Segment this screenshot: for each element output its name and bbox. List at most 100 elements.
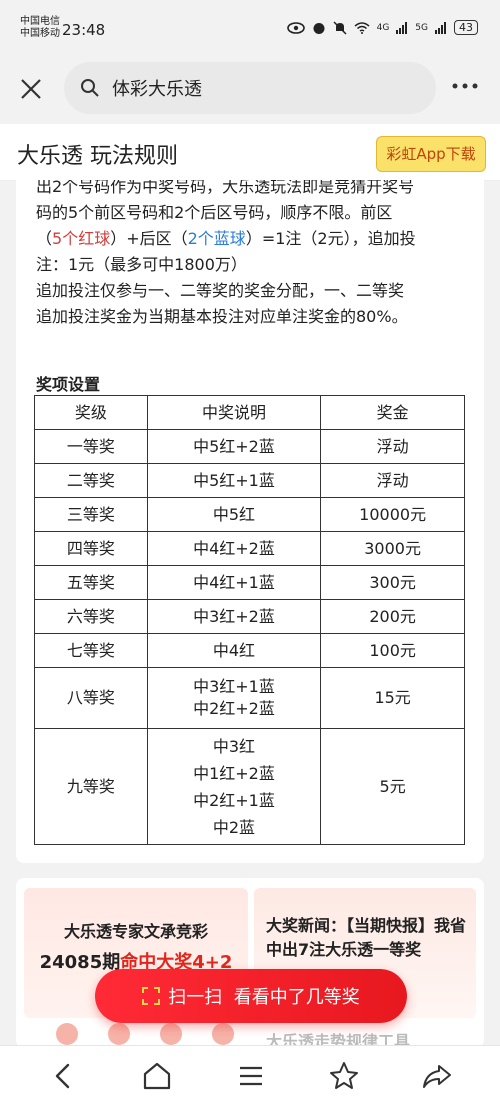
ball-row [56,1023,234,1045]
prize-level: 八等奖 [34,667,148,729]
prize-desc-line: 中2红+2蓝 [193,699,275,718]
prize-table: 奖级 中奖说明 奖金 一等奖 中5红+2蓝 浮动 二等奖 中5红+1蓝 浮动 三等奖 中5红 1… [34,395,465,845]
prize-desc-line: 中3红+2蓝 [193,606,275,626]
prize-amount: 15元 [320,667,465,729]
prize-desc-line: 中5红+2蓝 [193,436,275,456]
prize-amount: 200元 [320,599,465,634]
page-header: 大乐透 玩法规则 彩虹App下载 [0,124,500,181]
prize-amount: 5元 [320,728,465,845]
prize-level: 七等奖 [34,633,148,668]
prize-amount: 10000元 [320,497,465,532]
table-header: 奖级 [34,395,148,430]
clock: 23:48 [62,21,106,39]
rules-text-part: ）=1注（2元），追加投 [245,229,416,248]
ball-icon [56,1023,78,1045]
prize-desc-line: 中1红+2蓝 [193,763,275,783]
prize-level: 三等奖 [34,497,148,532]
prize-amount: 浮动 [320,463,465,498]
mute-icon [333,20,347,35]
prize-desc-line: 中4红+2蓝 [193,538,275,558]
home-icon[interactable] [139,1058,175,1094]
prize-desc: 中5红+2蓝 [146,429,322,464]
share-icon[interactable] [419,1058,455,1094]
blue-ball-text: 2个蓝球 [187,229,246,248]
rules-text-part: （ [36,229,53,248]
bottom-nav [0,1045,500,1106]
signal-icon-2 [435,21,446,34]
network-5g: 5G [415,22,428,33]
search-input[interactable]: 体彩大乐透 [64,62,436,114]
prize-desc-line: 中5红+1蓝 [193,470,275,490]
table-row: 九等奖 中3红 中1红+2蓝 中2红+1蓝 中2蓝 5元 [34,728,465,845]
rules-line: （5个红球）+后区（2个蓝球）=1注（2元），追加投 [36,226,466,252]
table-header: 中奖说明 [146,395,322,430]
prize-desc: 中3红中1红+2蓝 中2红+1蓝 中2蓝 [146,728,322,845]
app-download-button[interactable]: 彩虹App下载 [376,136,486,172]
table-row: 七等奖 中4红 100元 [34,633,465,668]
star-icon[interactable] [326,1058,362,1094]
rules-line: 追加投注奖金为当期基本投注对应单注奖金的80%。 [36,307,408,326]
table-row: 一等奖 中5红+2蓝 浮动 [34,429,465,464]
prize-level: 四等奖 [34,531,148,566]
ball-icon [108,1023,130,1045]
status-icons: 4G 5G 43 [286,20,478,35]
prize-desc-line: 中3红 [212,736,256,756]
prize-amount: 100元 [320,633,465,668]
prize-desc: 中5红 [146,497,322,532]
wifi-icon [354,21,370,34]
ball-icon [212,1023,234,1045]
search-icon [81,79,99,97]
back-icon[interactable] [46,1058,82,1094]
prize-desc: 中4红+2蓝 [146,531,322,566]
signal-icon [396,21,408,34]
ball-icon [160,1023,182,1045]
eye-icon [286,21,305,34]
prize-desc: 中5红+1蓝 [146,463,322,498]
scan-button-label: 扫一扫 看看中了几等奖 [168,987,360,1008]
prize-desc: 中3红+1蓝 中2红+2蓝 [146,667,322,729]
carrier-info: 中国电信 中国移动 [20,16,60,40]
table-header: 奖金 [320,395,465,430]
carrier-1: 中国电信 [20,16,60,27]
expert-period: 24085期 [39,952,121,973]
rules-text: 出2个号码作为中奖号码，大乐透玩法即是竞猜开奖号 码的5个前区号码和2个后区号码… [36,180,466,330]
red-ball-text: 5个红球 [52,229,111,248]
scan-icon [142,987,161,1005]
scan-button[interactable]: 扫一扫 看看中了几等奖 [95,969,407,1023]
prize-desc-line: 中5红 [212,504,256,524]
news-title: 大奖新闻：【当期快报】我省中出7注大乐透一等奖 [266,916,467,959]
battery-icon: 43 [454,20,478,35]
table-row: 三等奖 中5红 10000元 [34,497,465,532]
more-icon[interactable] [450,72,480,105]
prize-desc-line: 中2蓝 [212,817,256,837]
status-bar: 中国电信 中国移动 23:48 4G 5G 43 [0,0,500,48]
rules-line: 注：1元（最多可中1800万） [36,255,247,274]
prize-level: 九等奖 [34,728,148,845]
prize-level: 五等奖 [34,565,148,600]
prize-amount: 3000元 [320,531,465,566]
rules-line: 出2个号码作为中奖号码，大乐透玩法即是竞猜开奖号 [36,180,415,196]
alarm-icon [313,22,325,34]
rules-line: 追加投注仅参与一、二等奖的奖金分配，一、二等奖 [36,281,405,300]
prize-desc-line: 中2红+1蓝 [193,790,275,810]
expert-title: 大乐透专家文承竞彩 [63,922,208,941]
prize-desc-line: 中4红 [212,640,256,660]
prize-section-title: 奖项设置 [36,375,101,394]
prize-level: 一等奖 [34,429,148,464]
rules-line: 码的5个前区号码和2个后区号码，顺序不限。前区 [36,203,393,222]
table-row: 四等奖 中4红+2蓝 3000元 [34,531,465,566]
page-title: 大乐透 玩法规则 [17,144,178,169]
close-icon[interactable] [18,76,44,102]
search-query: 体彩大乐透 [112,79,202,100]
menu-icon[interactable] [233,1058,269,1094]
carrier-2: 中国移动 [20,28,60,39]
prize-desc-line: 中3红+1蓝 [193,677,275,696]
prize-desc: 中4红 [146,633,322,668]
prize-desc: 中4红+1蓝 [146,565,322,600]
network-4g: 4G [376,22,390,33]
rules-card: 出2个号码作为中奖号码，大乐透玩法即是竞猜开奖号 码的5个前区号码和2个后区号码… [16,180,484,863]
prize-amount: 300元 [320,565,465,600]
prize-level: 六等奖 [34,599,148,634]
rules-text-part: ）+后区（ [110,229,188,248]
table-row: 六等奖 中3红+2蓝 200元 [34,599,465,634]
